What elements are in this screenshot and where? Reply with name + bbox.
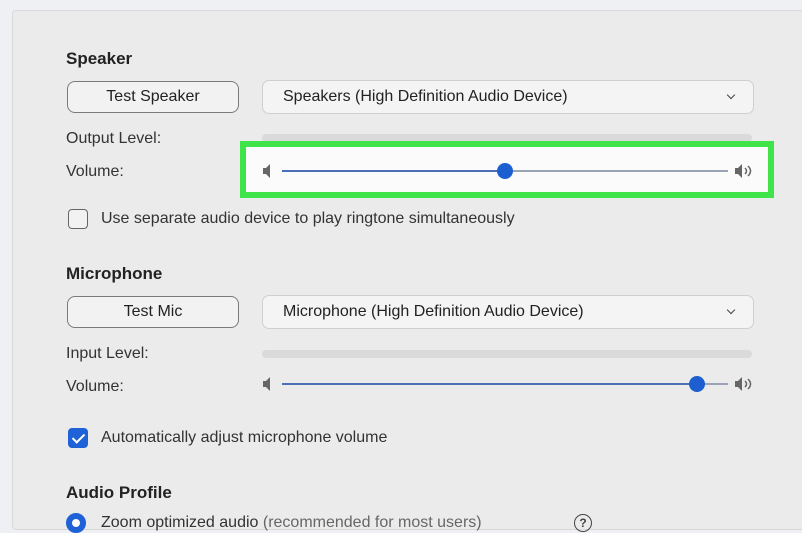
microphone-section-title: Microphone bbox=[66, 264, 163, 283]
speaker-device-select[interactable]: Speakers (High Definition Audio Device) bbox=[262, 80, 754, 114]
help-icon[interactable]: ? bbox=[574, 514, 592, 532]
input-level-meter bbox=[262, 350, 752, 358]
zoom-optimized-note: (recommended for most users) bbox=[262, 514, 482, 531]
zoom-optimized-radio[interactable] bbox=[66, 513, 86, 533]
test-speaker-button[interactable]: Test Speaker bbox=[67, 81, 239, 113]
speaker-high-icon bbox=[735, 377, 752, 391]
auto-adjust-label: Automatically adjust microphone volume bbox=[101, 429, 388, 446]
speaker-section-title: Speaker bbox=[66, 49, 133, 68]
chevron-down-icon bbox=[727, 92, 737, 102]
test-mic-button[interactable]: Test Mic bbox=[67, 296, 239, 328]
speaker-low-icon bbox=[263, 164, 270, 178]
speaker-volume-slider[interactable] bbox=[262, 160, 756, 182]
speaker-low-icon bbox=[263, 377, 270, 391]
chevron-down-icon bbox=[727, 307, 737, 317]
speaker-high-icon bbox=[735, 164, 752, 178]
microphone-device-value: Microphone (High Definition Audio Device… bbox=[283, 303, 584, 320]
output-level-label: Output Level: bbox=[66, 130, 162, 147]
slider-track-rest bbox=[505, 170, 728, 172]
ringtone-checkbox[interactable] bbox=[68, 209, 88, 229]
zoom-optimized-label: Zoom optimized audio bbox=[101, 514, 259, 531]
auto-adjust-checkbox[interactable] bbox=[68, 428, 88, 448]
slider-track-filled bbox=[282, 383, 697, 385]
slider-thumb[interactable] bbox=[497, 163, 513, 179]
input-level-label: Input Level: bbox=[66, 345, 149, 362]
microphone-device-select[interactable]: Microphone (High Definition Audio Device… bbox=[262, 295, 754, 329]
audio-profile-title: Audio Profile bbox=[66, 483, 172, 502]
speaker-device-value: Speakers (High Definition Audio Device) bbox=[283, 88, 568, 105]
slider-thumb[interactable] bbox=[688, 376, 705, 392]
zoom-optimized-option: Zoom optimized audio (recommended for mo… bbox=[101, 514, 482, 532]
microphone-volume-label: Volume: bbox=[66, 378, 124, 395]
slider-track-filled bbox=[282, 170, 505, 172]
ringtone-label: Use separate audio device to play ringto… bbox=[101, 210, 515, 227]
microphone-volume-slider[interactable] bbox=[262, 373, 756, 395]
speaker-volume-label: Volume: bbox=[66, 163, 124, 180]
